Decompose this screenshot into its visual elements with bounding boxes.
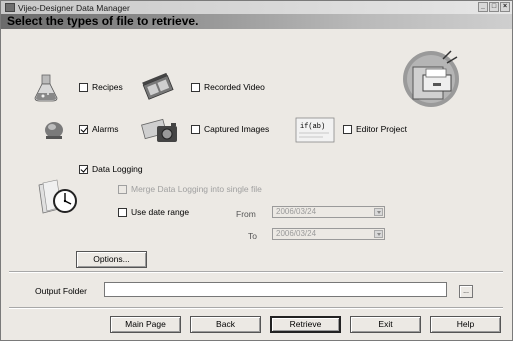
merge-data-logging-checkbox[interactable] — [118, 184, 127, 194]
recipes-label: Recipes — [92, 82, 123, 92]
captured-images-checkbox[interactable] — [191, 124, 200, 134]
flask-icon — [34, 74, 58, 102]
help-button[interactable]: Help — [430, 316, 501, 333]
data-logging-option[interactable]: Data Logging — [79, 164, 143, 174]
clock-icon — [38, 179, 77, 214]
data-logging-checkbox[interactable] — [79, 164, 88, 174]
use-date-range-option[interactable]: Use date range — [118, 207, 189, 217]
to-date-picker[interactable]: 2006/03/24 — [272, 228, 385, 240]
retrieve-button[interactable]: Retrieve — [270, 316, 341, 333]
code-icon-text: if(ab) — [300, 123, 325, 131]
recipes-checkbox[interactable] — [79, 82, 88, 92]
from-date-value: 2006/03/24 — [276, 207, 317, 216]
output-folder-input[interactable] — [104, 282, 447, 297]
recorded-video-label: Recorded Video — [204, 82, 265, 92]
window-controls: _ □ × — [478, 2, 510, 12]
separator-bottom — [9, 307, 503, 309]
editor-project-option[interactable]: Editor Project — [343, 124, 407, 134]
recorded-video-option[interactable]: Recorded Video — [191, 82, 265, 92]
to-label: To — [248, 231, 257, 241]
from-label: From — [236, 209, 256, 219]
from-date-dropdown-icon[interactable] — [374, 208, 383, 216]
to-date-value: 2006/03/24 — [276, 229, 317, 238]
editor-project-checkbox[interactable] — [343, 124, 352, 134]
alarms-option[interactable]: Alarms — [79, 124, 118, 134]
editor-project-label: Editor Project — [356, 124, 408, 134]
browse-button[interactable]: ... — [459, 285, 473, 298]
app-icon — [5, 3, 15, 12]
captured-images-label: Captured Images — [204, 124, 270, 134]
window-title: Vijeo-Designer Data Manager — [18, 2, 130, 13]
merge-data-logging-option[interactable]: Merge Data Logging into single file — [118, 184, 262, 194]
alarm-icon — [45, 122, 63, 139]
camera-icon — [141, 118, 177, 142]
exit-button[interactable]: Exit — [350, 316, 421, 333]
data-manager-window: Vijeo-Designer Data Manager _ □ × Select… — [0, 0, 513, 341]
options-button[interactable]: Options... — [76, 251, 147, 268]
captured-images-option[interactable]: Captured Images — [191, 124, 269, 134]
separator-top — [9, 271, 503, 273]
use-date-range-checkbox[interactable] — [118, 207, 127, 217]
recipes-option[interactable]: Recipes — [79, 82, 123, 92]
code-icon: if(ab) — [295, 117, 335, 143]
maximize-button[interactable]: □ — [489, 2, 499, 12]
video-icon — [142, 73, 174, 100]
title-bar: Vijeo-Designer Data Manager _ □ × — [1, 1, 512, 14]
data-logging-label: Data Logging — [92, 164, 143, 174]
back-button[interactable]: Back — [190, 316, 261, 333]
from-date-picker[interactable]: 2006/03/24 — [272, 206, 385, 218]
output-folder-label: Output Folder — [35, 286, 87, 296]
file-cabinet-icon — [403, 50, 459, 107]
minimize-button[interactable]: _ — [478, 2, 488, 12]
recorded-video-checkbox[interactable] — [191, 82, 200, 92]
merge-data-logging-label: Merge Data Logging into single file — [131, 184, 262, 194]
to-date-dropdown-icon[interactable] — [374, 230, 383, 238]
use-date-range-label: Use date range — [131, 207, 190, 217]
close-button[interactable]: × — [500, 2, 510, 12]
main-page-button[interactable]: Main Page — [110, 316, 181, 333]
alarms-checkbox[interactable] — [79, 124, 88, 134]
page-heading: Select the types of file to retrieve. — [7, 14, 199, 28]
alarms-label: Alarms — [92, 124, 119, 134]
header-band: Select the types of file to retrieve. — [1, 14, 512, 29]
